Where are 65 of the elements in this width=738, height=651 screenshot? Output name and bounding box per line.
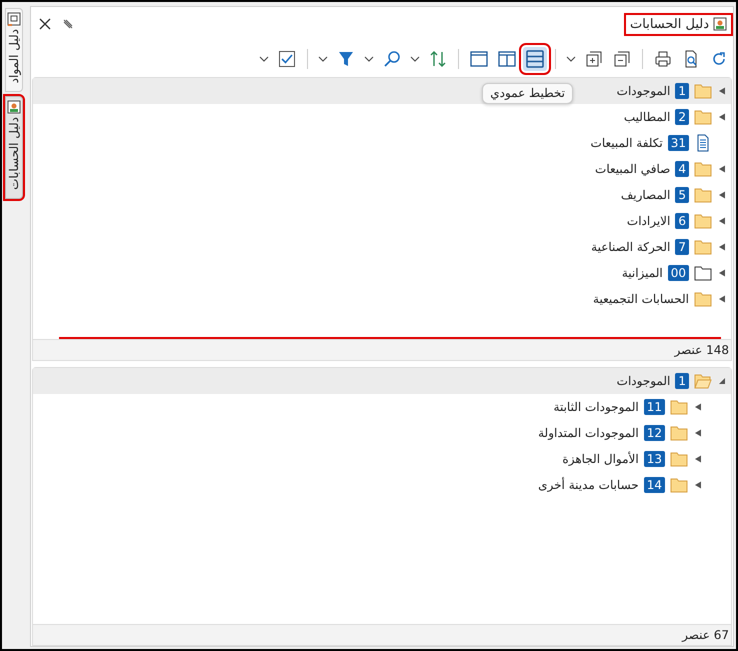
account-name: الميزانية (622, 266, 663, 280)
account-code: 11 (644, 399, 665, 415)
collapsed-arrow-icon[interactable] (718, 217, 726, 225)
catalog-icon (7, 12, 21, 26)
panel-title: دليل الحسابات (626, 14, 731, 34)
account-name: تكلفة المبيعات (590, 136, 663, 150)
collapsed-arrow-icon[interactable] (718, 295, 726, 303)
collapsed-arrow-icon[interactable] (694, 403, 702, 411)
collapsed-arrow-icon[interactable] (718, 113, 726, 121)
account-code: 1 (675, 83, 689, 99)
tooltip: تخطيط عمودي (482, 83, 573, 104)
account-code: 31 (668, 135, 689, 151)
folder-icon (694, 265, 712, 281)
account-code: 14 (644, 477, 665, 493)
folder-icon (694, 109, 712, 125)
account-name: الحركة الصناعية (591, 240, 670, 254)
expanded-arrow-icon[interactable] (718, 377, 726, 385)
account-code: 7 (675, 239, 689, 255)
account-name: الموجودات (616, 84, 670, 98)
account-name: الحسابات التجميعية (593, 292, 689, 306)
collapsed-arrow-icon[interactable] (694, 429, 702, 437)
item-count: 67 عنصر (33, 624, 731, 645)
folder-icon (694, 291, 712, 307)
collapsed-arrow-icon[interactable] (718, 87, 726, 95)
account-code: 00 (668, 265, 689, 281)
account-code: 13 (644, 451, 665, 467)
side-tab[interactable]: دليل الحسابات (5, 96, 23, 200)
folder-icon (670, 399, 688, 415)
folder-icon (670, 425, 688, 441)
collapsed-arrow-icon[interactable] (694, 455, 702, 463)
open-folder-icon (694, 373, 712, 389)
account-name: الايرادات (626, 214, 670, 228)
account-code: 4 (675, 161, 689, 177)
account-name: المطاليب (624, 110, 670, 124)
folder-icon (694, 161, 712, 177)
accounts-icon (713, 17, 727, 31)
collapsed-arrow-icon[interactable] (718, 269, 726, 277)
account-name: المصاريف (620, 188, 670, 202)
account-code: 2 (675, 109, 689, 125)
collapsed-arrow-icon[interactable] (718, 191, 726, 199)
tree-row[interactable]: الحسابات التجميعية (33, 286, 731, 312)
collapsed-arrow-icon[interactable] (718, 165, 726, 173)
account-code: 1 (675, 373, 689, 389)
folder-icon (694, 83, 712, 99)
account-code: 6 (675, 213, 689, 229)
folder-icon (670, 451, 688, 467)
account-name: صافي المبيعات (595, 162, 670, 176)
close-icon[interactable] (39, 18, 51, 30)
account-name: الأموال الجاهزة (562, 452, 639, 466)
collapsed-arrow-icon[interactable] (718, 243, 726, 251)
side-tab[interactable]: دليل المواد (5, 8, 23, 92)
folder-icon (694, 239, 712, 255)
account-name: الموجودات المتداولة (538, 426, 639, 440)
folder-icon (670, 477, 688, 493)
account-name: الموجودات (616, 374, 670, 388)
accounts-icon (7, 100, 21, 114)
folder-icon (694, 213, 712, 229)
account-name: حسابات مدينة أخرى (538, 478, 639, 492)
item-count: 148 عنصر (33, 339, 731, 360)
folder-icon (694, 187, 712, 203)
rows-layout-icon[interactable] (523, 47, 547, 71)
collapsed-arrow-icon[interactable] (694, 481, 702, 489)
account-code: 5 (675, 187, 689, 203)
account-code: 12 (644, 425, 665, 441)
account-name: الموجودات الثابتة (554, 400, 639, 414)
